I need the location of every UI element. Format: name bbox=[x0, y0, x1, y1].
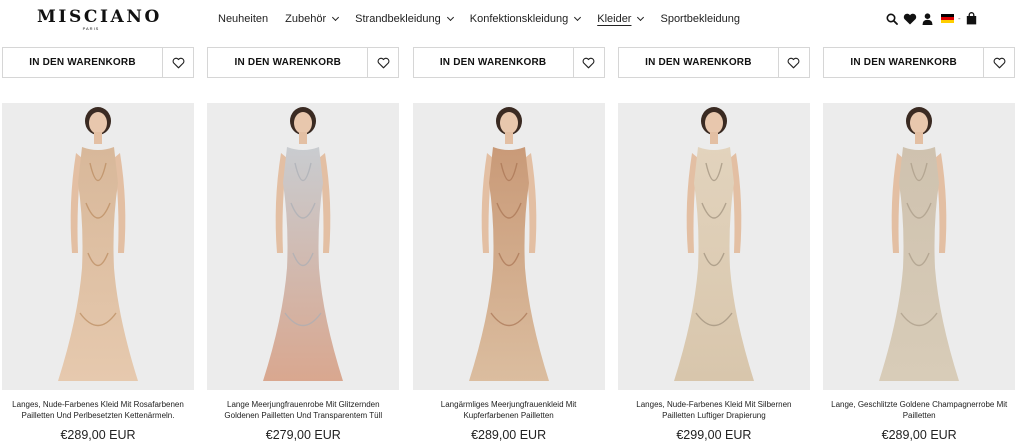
chevron-down-icon bbox=[637, 13, 645, 22]
cart-action-row: IN DEN WARENKORB bbox=[207, 47, 400, 78]
product-card[interactable]: IN DEN WARENKORB Langes, Nude-Farbenes K… bbox=[617, 47, 810, 442]
chevron-down-icon bbox=[446, 13, 454, 22]
dress-illustration bbox=[673, 107, 754, 381]
german-flag-icon[interactable] bbox=[941, 14, 954, 23]
product-name[interactable]: Lange, Geschlitzte Goldene Champagnerrob… bbox=[823, 399, 1015, 423]
cart-action-row: IN DEN WARENKORB bbox=[617, 47, 810, 78]
chevron-down-icon bbox=[574, 13, 582, 22]
product-price: €289,00 EUR bbox=[60, 428, 136, 442]
heart-outline-icon bbox=[993, 57, 1006, 68]
main-nav: Neuheiten Zubehör Strandbekleidung Konfekti… bbox=[218, 13, 757, 25]
add-to-cart-button[interactable]: IN DEN WARENKORB bbox=[3, 48, 163, 77]
product-name[interactable]: Langes, Nude-Farbenes Kleid Mit Silberne… bbox=[618, 399, 810, 423]
nav-item-strandbekleidung[interactable]: Strandbekleidung bbox=[355, 13, 454, 25]
product-price: €279,00 EUR bbox=[265, 428, 341, 442]
dress-illustration bbox=[468, 107, 549, 381]
user-icon[interactable] bbox=[922, 12, 933, 25]
cart-icon[interactable] bbox=[966, 12, 977, 25]
site-header: MISCIANO PARIS Neuheiten Zubehör Strandbek… bbox=[0, 0, 1024, 40]
flag-stripe-gold bbox=[941, 20, 954, 23]
wishlist-button[interactable] bbox=[984, 48, 1014, 77]
nav-item-sportbekleidung[interactable]: Sportbekleidung bbox=[660, 13, 740, 25]
nav-item-label: Sportbekleidung bbox=[660, 13, 740, 25]
brand-name: MISCIANO bbox=[37, 7, 162, 27]
add-to-cart-button[interactable]: IN DEN WARENKORB bbox=[208, 48, 369, 77]
add-to-cart-button[interactable]: IN DEN WARENKORB bbox=[824, 48, 985, 77]
heart-icon[interactable] bbox=[903, 13, 917, 25]
product-card[interactable]: IN DEN WARENKORB Langärmliges Meerjungfr… bbox=[412, 47, 605, 442]
product-card[interactable]: IN DEN WARENKORB Lange Meerjungfrauenrob… bbox=[207, 47, 400, 442]
dress-illustration bbox=[879, 107, 960, 381]
heart-outline-icon bbox=[787, 57, 800, 68]
product-image[interactable] bbox=[207, 103, 400, 390]
wishlist-button[interactable] bbox=[368, 48, 398, 77]
wishlist-button[interactable] bbox=[779, 48, 809, 77]
cart-action-row: IN DEN WARENKORB bbox=[2, 47, 194, 78]
wishlist-button[interactable] bbox=[574, 48, 604, 77]
wishlist-button[interactable] bbox=[163, 48, 193, 77]
product-price: €289,00 EUR bbox=[881, 428, 957, 442]
nav-item-label: Zubehör bbox=[285, 13, 327, 25]
product-image[interactable] bbox=[2, 103, 194, 390]
chevron-down-icon bbox=[332, 13, 340, 22]
cart-action-row: IN DEN WARENKORB bbox=[412, 47, 605, 78]
nav-item-label: Neuheiten bbox=[218, 13, 269, 25]
add-to-cart-button[interactable]: IN DEN WARENKORB bbox=[619, 48, 779, 77]
nav-item-zubehör[interactable]: Zubehör bbox=[285, 13, 340, 25]
product-image[interactable] bbox=[617, 103, 810, 390]
heart-outline-icon bbox=[172, 57, 184, 68]
heart-outline-icon bbox=[582, 57, 595, 68]
search-icon[interactable] bbox=[886, 12, 898, 25]
nav-item-label: Kleider bbox=[597, 13, 632, 25]
nav-item-kleider[interactable]: Kleider bbox=[597, 13, 645, 25]
cart-action-row: IN DEN WARENKORB bbox=[823, 47, 1016, 78]
product-name[interactable]: Langes, Nude-Farbenes Kleid Mit Rosafarb… bbox=[2, 399, 194, 423]
add-to-cart-button[interactable]: IN DEN WARENKORB bbox=[414, 48, 574, 77]
language-dropdown-indicator[interactable]: - bbox=[958, 14, 961, 23]
dress-illustration bbox=[58, 107, 138, 381]
product-card[interactable]: IN DEN WARENKORB Lange, Geschlitzte Gold… bbox=[823, 47, 1016, 442]
nav-item-neuheiten[interactable]: Neuheiten bbox=[218, 13, 268, 25]
product-image[interactable] bbox=[823, 103, 1016, 390]
product-price: €299,00 EUR bbox=[676, 428, 752, 442]
dress-illustration bbox=[263, 107, 344, 381]
nav-item-konfektionskleidung[interactable]: Konfektionskleidung bbox=[469, 13, 582, 25]
nav-item-label: Konfektionskleidung bbox=[469, 13, 569, 25]
heart-outline-icon bbox=[377, 57, 390, 68]
nav-item-label: Strandbekleidung bbox=[355, 13, 441, 25]
product-name[interactable]: Langärmliges Meerjungfrauenkleid Mit Kup… bbox=[413, 399, 605, 423]
header-icons: - bbox=[886, 12, 982, 25]
product-price: €289,00 EUR bbox=[471, 428, 547, 442]
product-name[interactable]: Lange Meerjungfrauenrobe Mit Glitzernden… bbox=[207, 399, 399, 423]
product-card[interactable]: IN DEN WARENKORB Langes, Nude-Farbenes K… bbox=[2, 47, 194, 442]
brand-logo[interactable]: MISCIANO PARIS bbox=[37, 7, 162, 31]
product-image[interactable] bbox=[412, 103, 605, 390]
